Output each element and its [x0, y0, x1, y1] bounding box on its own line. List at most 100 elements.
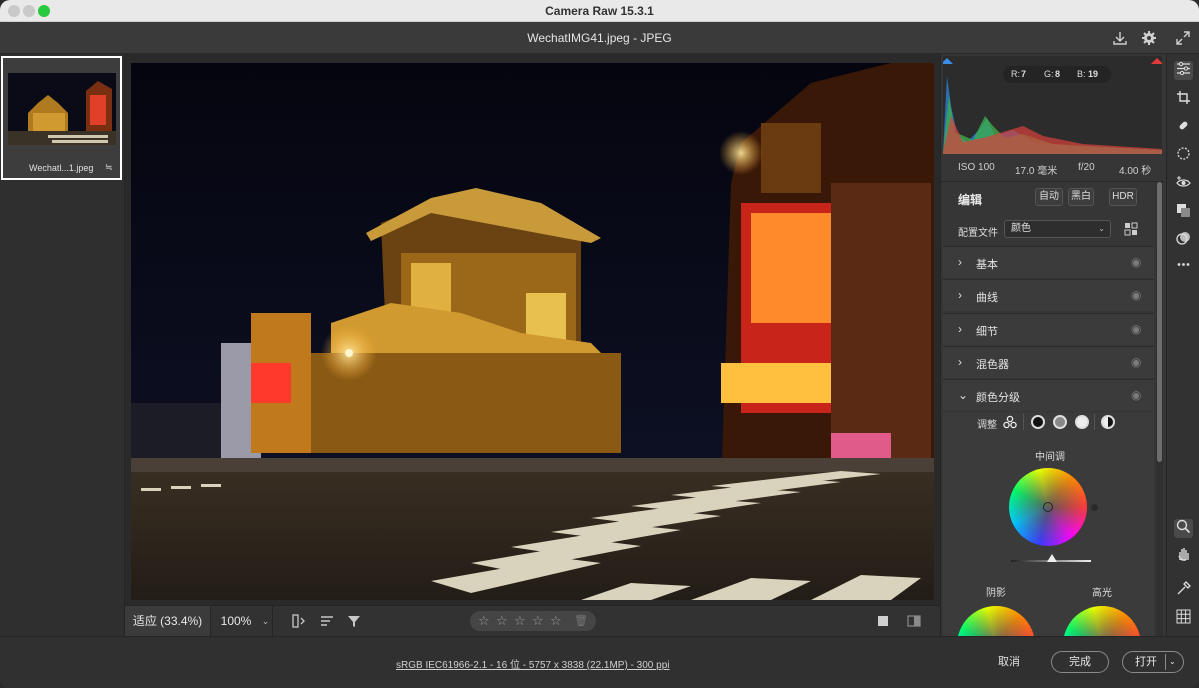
- g-label: G:: [1044, 69, 1054, 79]
- chevron-down-icon[interactable]: ⌄: [1169, 652, 1176, 672]
- star-icon[interactable]: ☆: [550, 613, 562, 629]
- bottom-toolbar: 适应 (33.4%) 100% ⌄ ☆ ☆ ☆ ☆ ☆ 🗑: [125, 605, 940, 637]
- star-icon[interactable]: ☆: [478, 613, 490, 629]
- eye-icon[interactable]: ◉: [1131, 288, 1141, 302]
- focal-length-value: 17.0 毫米: [1015, 166, 1058, 177]
- aperture-value: f/20: [1078, 162, 1095, 173]
- sort-icon[interactable]: [318, 613, 336, 631]
- crop-icon[interactable]: [1174, 90, 1193, 109]
- wheel-handle[interactable]: [1043, 502, 1053, 512]
- global-dot-icon[interactable]: [1101, 415, 1115, 429]
- color-grading-panel: 调整 中间调 阴影 高光: [943, 412, 1154, 684]
- midtones-dot-icon[interactable]: [1053, 415, 1067, 429]
- color-sampler-icon[interactable]: [1174, 581, 1193, 600]
- hand-icon[interactable]: [1174, 546, 1193, 565]
- rgb-readout: R: 7 G: 8 B: 19: [1003, 66, 1111, 83]
- filter-icon[interactable]: [345, 613, 363, 631]
- edit-icon[interactable]: [1174, 61, 1193, 80]
- rating-control[interactable]: ☆ ☆ ☆ ☆ ☆ 🗑: [470, 611, 596, 631]
- star-icon[interactable]: ☆: [514, 613, 526, 629]
- save-icon[interactable]: [1112, 30, 1128, 46]
- chevron-right-icon: ›: [958, 288, 962, 302]
- filmstrip-item-label: Wechatl...1.jpeg: [29, 163, 94, 173]
- hdr-button[interactable]: HDR: [1109, 188, 1137, 206]
- luminance-slider[interactable]: [1011, 554, 1091, 562]
- g-value: 8: [1055, 69, 1061, 79]
- thumbnail-image: [8, 73, 116, 145]
- settings-icon[interactable]: [1141, 30, 1157, 46]
- titlebar: Camera Raw 15.3.1: [0, 0, 1199, 22]
- section-color-grading[interactable]: ⌄ 颜色分级 ◉: [943, 379, 1154, 411]
- profile-browser-icon[interactable]: [1124, 222, 1138, 236]
- photo-preview[interactable]: [131, 63, 934, 600]
- heal-icon[interactable]: [1174, 118, 1193, 137]
- filmstrip-toggle-icon[interactable]: [290, 613, 308, 631]
- zoom-100-button[interactable]: 100%: [211, 606, 261, 637]
- midtones-label: 中间调: [1035, 452, 1065, 463]
- chevron-right-icon: ›: [958, 322, 962, 336]
- grid-icon[interactable]: [1174, 609, 1193, 628]
- slider-thumb[interactable]: [1047, 554, 1057, 562]
- star-icon[interactable]: ☆: [496, 613, 508, 629]
- snapshots-icon[interactable]: [1174, 203, 1193, 222]
- panel-scrollbar[interactable]: [1156, 182, 1163, 636]
- before-after-icon[interactable]: [905, 613, 923, 631]
- cancel-button[interactable]: 取消: [984, 651, 1034, 673]
- section-label: 基本: [976, 259, 998, 271]
- eye-icon[interactable]: ◉: [1131, 388, 1141, 402]
- section-label: 混色器: [976, 359, 1009, 371]
- open-label: 打开: [1135, 656, 1157, 668]
- profile-select[interactable]: 颜色 ⌄: [1004, 220, 1111, 238]
- zoom-fit-button[interactable]: 适应 (33.4%): [125, 606, 211, 637]
- star-icon[interactable]: ☆: [532, 613, 544, 629]
- redeye-icon[interactable]: [1174, 175, 1193, 194]
- right-panel: R: 7 G: 8 B: 19 ISO 100 17.0 毫米 f/20 4.0…: [940, 54, 1166, 684]
- shadows-dot-icon[interactable]: [1031, 415, 1045, 429]
- histogram: R: 7 G: 8 B: 19: [943, 56, 1162, 154]
- trash-icon[interactable]: 🗑: [574, 614, 588, 627]
- adjust-row: 调整: [943, 412, 1154, 434]
- profile-value: 颜色: [1011, 223, 1031, 234]
- mask-icon[interactable]: [1174, 146, 1193, 165]
- chevron-down-icon: ⌄: [958, 388, 969, 402]
- section-basic[interactable]: › 基本 ◉: [943, 246, 1154, 278]
- adjust-label: 调整: [977, 420, 997, 431]
- section-detail[interactable]: › 细节 ◉: [943, 313, 1154, 345]
- eye-icon[interactable]: ◉: [1131, 355, 1141, 369]
- filmstrip-item[interactable]: Wechatl...1.jpeg ≒: [1, 56, 122, 180]
- zoom-icon[interactable]: [1174, 519, 1193, 538]
- fullscreen-icon[interactable]: [1175, 30, 1191, 46]
- camera-raw-window: Camera Raw 15.3.1 WechatIMG41.jpeg - JPE…: [0, 0, 1199, 688]
- wheel-sat-handle[interactable]: [1091, 504, 1098, 511]
- chevron-right-icon: ›: [958, 355, 962, 369]
- section-label: 细节: [976, 326, 998, 338]
- done-button[interactable]: 完成: [1051, 651, 1109, 673]
- three-way-icon[interactable]: [1003, 415, 1017, 432]
- highlights-dot-icon[interactable]: [1075, 415, 1089, 429]
- workflow-options-link[interactable]: sRGB IEC61966-2.1 - 16 位 - 5757 x 3838 (…: [396, 656, 669, 671]
- more-icon[interactable]: [1174, 257, 1193, 276]
- black-white-button[interactable]: 黑白: [1068, 188, 1094, 206]
- zoom-dropdown-icon[interactable]: ⌄: [259, 606, 273, 637]
- section-mixer[interactable]: › 混色器 ◉: [943, 346, 1154, 378]
- midtones-color-wheel[interactable]: [1009, 468, 1087, 546]
- b-label: B:: [1077, 69, 1086, 79]
- open-button[interactable]: 打开 ⌄: [1122, 651, 1184, 673]
- footer: sRGB IEC61966-2.1 - 16 位 - 5757 x 3838 (…: [0, 636, 1199, 688]
- auto-button[interactable]: 自动: [1035, 188, 1063, 206]
- edit-header: 编辑 自动 黑白 HDR: [941, 181, 1165, 211]
- window-title: Camera Raw 15.3.1: [545, 4, 654, 18]
- presets-icon[interactable]: [1174, 231, 1193, 250]
- adjusted-badge-icon: ≒: [105, 162, 113, 172]
- iso-value: ISO 100: [958, 162, 995, 173]
- preview-area[interactable]: [125, 54, 940, 605]
- r-value: 7: [1021, 69, 1027, 79]
- profile-label: 配置文件: [958, 228, 998, 239]
- scrollbar-thumb[interactable]: [1157, 182, 1162, 462]
- section-curves[interactable]: › 曲线 ◉: [943, 279, 1154, 311]
- section-label: 曲线: [976, 292, 998, 304]
- eye-icon[interactable]: ◉: [1131, 255, 1141, 269]
- highlights-label: 高光: [1092, 588, 1112, 599]
- eye-icon[interactable]: ◉: [1131, 322, 1141, 336]
- single-view-icon[interactable]: [874, 613, 892, 631]
